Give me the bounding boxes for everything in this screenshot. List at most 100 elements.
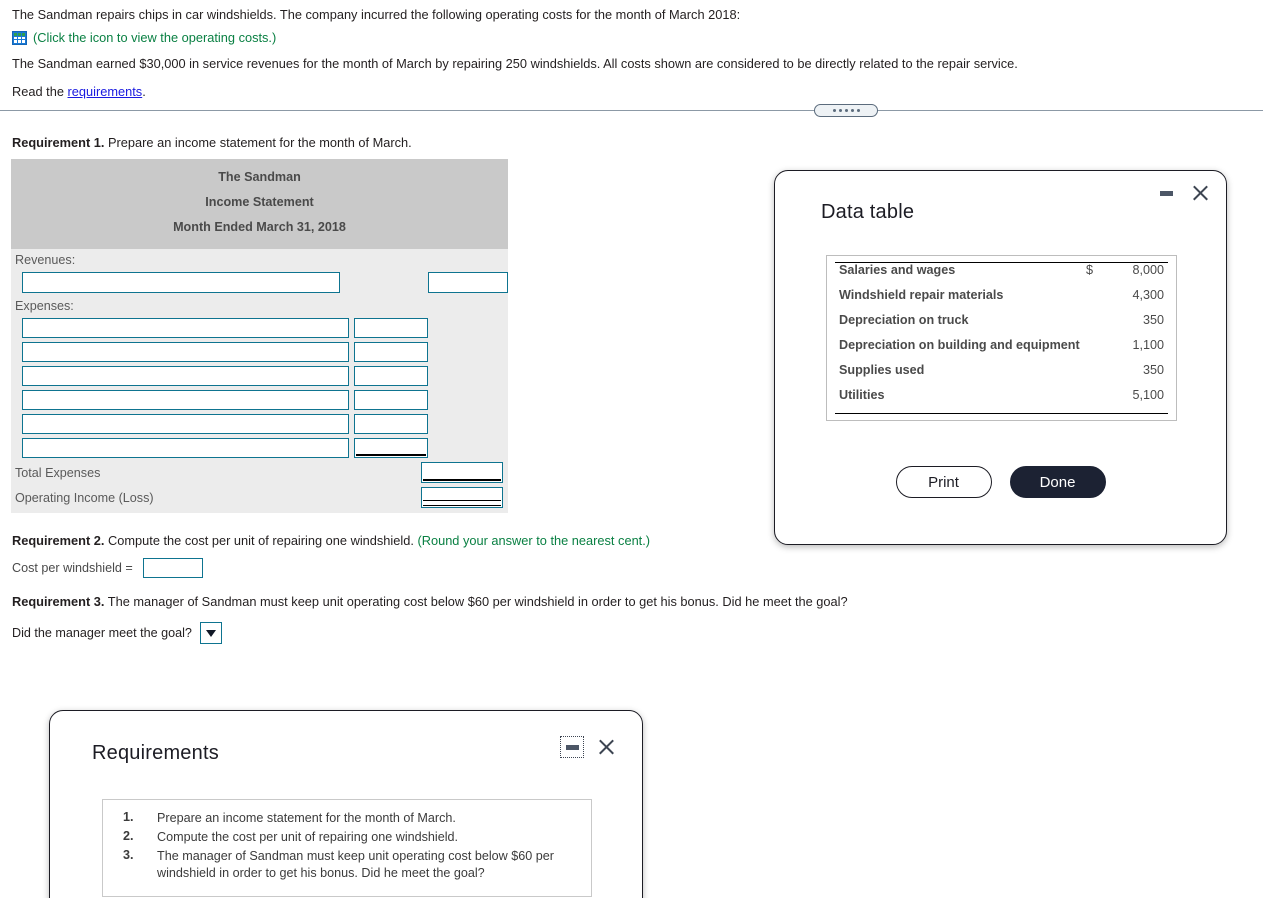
- intro-block: The Sandman repairs chips in car windshi…: [12, 6, 1252, 100]
- minimize-icon[interactable]: [1156, 184, 1176, 202]
- intro-line-3: The Sandman earned $30,000 in service re…: [12, 56, 1018, 71]
- chevron-down-icon: [205, 629, 216, 637]
- requirement-text: Prepare an income statement for the mont…: [157, 811, 456, 825]
- requirement-number: 2.: [123, 829, 134, 843]
- read-prefix: Read the: [12, 84, 68, 99]
- read-suffix: .: [142, 84, 146, 99]
- requirement-1-text: Prepare an income statement for the mont…: [104, 135, 412, 150]
- operating-income-label: Operating Income (Loss): [15, 490, 154, 505]
- cost-label: Salaries and wages: [839, 263, 956, 277]
- table-row: Supplies used 350: [835, 363, 1168, 388]
- expense-amount-input-5[interactable]: [354, 414, 428, 434]
- list-item: 1. Prepare an income statement for the m…: [115, 810, 579, 827]
- requirement-text: The manager of Sandman must keep unit op…: [157, 849, 554, 880]
- collapse-toggle-pill[interactable]: [814, 104, 878, 117]
- expense-amount-input-4[interactable]: [354, 390, 428, 410]
- table-row: Utilities 5,100: [835, 388, 1168, 413]
- cost-label: Supplies used: [839, 363, 925, 377]
- close-icon[interactable]: [596, 737, 616, 757]
- dot-icon: [856, 109, 860, 112]
- requirement-text: Compute the cost per unit of repairing o…: [157, 830, 459, 844]
- company-name: The Sandman: [218, 170, 301, 184]
- expense-name-input-3[interactable]: [22, 366, 349, 386]
- operating-income-row: Operating Income (Loss): [11, 485, 508, 513]
- revenues-label: Revenues:: [15, 253, 76, 267]
- dot-icon: [832, 109, 836, 112]
- done-button[interactable]: Done: [1009, 466, 1106, 498]
- expenses-label: Expenses:: [15, 299, 74, 313]
- cost-label: Depreciation on building and equipment: [839, 338, 1080, 352]
- operating-costs-icon-line: (Click the icon to view the operating co…: [12, 30, 1252, 45]
- requirements-list: 1. Prepare an income statement for the m…: [102, 799, 592, 897]
- expense-name-input-2[interactable]: [22, 342, 349, 362]
- data-table-actions: Print Done: [775, 466, 1226, 498]
- expense-name-input-4[interactable]: [22, 390, 349, 410]
- requirement-number: 3.: [123, 848, 134, 862]
- requirements-title: Requirements: [92, 742, 219, 764]
- requirement-2-text: Compute the cost per unit of repairing o…: [104, 533, 418, 548]
- meet-goal-row: Did the manager meet the goal?: [12, 622, 222, 644]
- requirement-3-label: Requirement 3.: [12, 594, 105, 609]
- revenue-amount-input[interactable]: [428, 272, 509, 293]
- cost-label: Utilities: [839, 388, 885, 402]
- expense-amount-input-3[interactable]: [354, 366, 428, 386]
- requirement-2-hint: (Round your answer to the nearest cent.): [417, 533, 651, 548]
- cost-per-windshield-input[interactable]: [142, 558, 203, 578]
- statement-period: Month Ended March 31, 2018: [173, 220, 346, 234]
- intro-line-1: The Sandman repairs chips in car windshi…: [12, 7, 741, 22]
- cost-per-windshield-row: Cost per windshield =: [12, 558, 203, 578]
- expense-row: [11, 340, 508, 364]
- operating-costs-table: Salaries and wages $ 8,000 Windshield re…: [826, 255, 1177, 421]
- list-item: 3. The manager of Sandman must keep unit…: [115, 848, 579, 882]
- divider-line: [0, 110, 1263, 111]
- cost-amount: 8,000: [1132, 263, 1164, 277]
- spreadsheet-icon[interactable]: [12, 30, 27, 45]
- expense-name-input-6[interactable]: [22, 438, 349, 458]
- revenue-row: [11, 270, 509, 295]
- total-expenses-input[interactable]: [421, 462, 503, 483]
- expense-row: [11, 316, 508, 340]
- expense-row: [11, 388, 508, 412]
- cost-amount: 350: [1142, 313, 1164, 327]
- expense-amount-input-1[interactable]: [354, 318, 428, 338]
- data-table-dialog: Data table Salaries and wages $ 8,000 Wi…: [774, 170, 1227, 545]
- expense-name-input-5[interactable]: [22, 414, 349, 434]
- requirement-2-label: Requirement 2.: [12, 533, 105, 548]
- income-statement-body: Revenues: Expenses: Total Expenses Opera…: [11, 249, 509, 513]
- total-expenses-row: Total Expenses: [11, 460, 508, 485]
- operating-costs-note: (Click the icon to view the operating co…: [33, 30, 277, 45]
- intro-line-4: Read the requirements.: [12, 83, 1252, 100]
- income-statement-table: The Sandman Income Statement Month Ended…: [11, 159, 509, 513]
- cost-amount: 1,100: [1132, 338, 1164, 352]
- requirement-1-label: Requirement 1.: [12, 135, 105, 150]
- worksheet-page: The Sandman repairs chips in car windshi…: [0, 0, 1263, 898]
- cost-amount: 350: [1142, 363, 1164, 377]
- minimize-icon[interactable]: [560, 736, 584, 758]
- expense-amount-input-2[interactable]: [354, 342, 428, 362]
- statement-name: Income Statement: [205, 195, 314, 209]
- data-table-window-buttons: [1156, 183, 1210, 203]
- close-icon[interactable]: [1190, 183, 1210, 203]
- total-expenses-label: Total Expenses: [15, 465, 101, 480]
- cost-amount: 4,300: [1132, 288, 1164, 302]
- data-table-title: Data table: [821, 201, 915, 223]
- dot-icon: [838, 109, 842, 112]
- print-button[interactable]: Print: [895, 466, 992, 498]
- expense-name-input-1[interactable]: [22, 318, 349, 338]
- requirement-1-heading: Requirement 1. Prepare an income stateme…: [12, 135, 412, 150]
- cost-per-windshield-label: Cost per windshield =: [12, 561, 133, 575]
- cost-label: Windshield repair materials: [839, 288, 1004, 302]
- dot-icon: [850, 109, 854, 112]
- table-row: Windshield repair materials 4,300: [835, 288, 1168, 313]
- revenue-name-input[interactable]: [22, 272, 341, 293]
- currency-symbol: $: [1086, 263, 1094, 277]
- expense-amount-input-6[interactable]: [354, 438, 428, 458]
- requirement-3-heading: Requirement 3. The manager of Sandman mu…: [12, 594, 848, 609]
- requirement-number: 1.: [123, 810, 134, 824]
- operating-income-input[interactable]: [421, 487, 503, 508]
- meet-goal-dropdown[interactable]: [199, 622, 222, 644]
- requirement-2-heading: Requirement 2. Compute the cost per unit…: [12, 533, 650, 548]
- table-row: Depreciation on building and equipment 1…: [835, 338, 1168, 363]
- requirements-link[interactable]: requirements: [68, 84, 143, 99]
- requirement-3-text: The manager of Sandman must keep unit op…: [104, 594, 848, 609]
